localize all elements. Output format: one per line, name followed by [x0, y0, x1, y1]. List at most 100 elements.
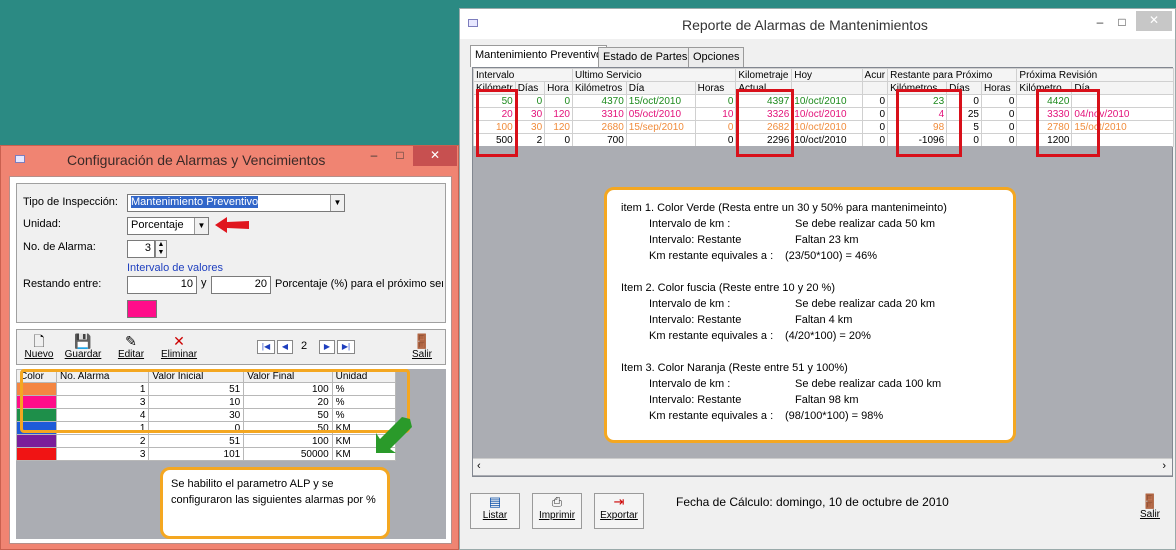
green-arrow-icon	[376, 417, 412, 453]
close-button[interactable]: ✕	[1136, 11, 1172, 31]
config-body: Tipo de Inspección: Mantenimiento Preven…	[9, 176, 452, 544]
header-empty	[861, 81, 889, 95]
chevron-down-icon[interactable]: ▼	[194, 218, 208, 234]
header-horas: Hora	[544, 81, 573, 95]
acum-cell: 0	[861, 133, 889, 147]
config-title-bar[interactable]: Configuración de Alarmas y Vencimientos …	[1, 146, 458, 174]
imprimir-button[interactable]: ⎙ Imprimir	[532, 493, 582, 529]
highlight-actual	[736, 89, 794, 157]
hoy-cell: 10/oct/2010	[791, 133, 863, 147]
color-swatch[interactable]	[127, 300, 157, 318]
editar-button[interactable]: ✎ Editar	[111, 333, 151, 360]
inicial-cell: 51	[148, 434, 245, 448]
salir-label: Salir	[411, 349, 432, 360]
item2-l3a: Km restante equivales a :	[649, 330, 774, 342]
table-row[interactable]: 2 51 100 KM	[16, 434, 397, 448]
item3-line1: Intervalo de km : Se debe realizar cada 1…	[621, 376, 999, 392]
delete-icon: ✕	[173, 333, 185, 349]
listar-button[interactable]: ▤ Listar	[470, 493, 520, 529]
eliminar-label: Eliminar	[160, 349, 198, 360]
dias-cell: 30	[514, 107, 546, 121]
inicial-cell: 101	[148, 447, 245, 461]
report-bottom-bar: ▤ Listar ⎙ Imprimir ⇥ Exportar Fecha de Cál…	[460, 479, 1175, 549]
horizontal-scrollbar[interactable]: ‹ ›	[473, 458, 1172, 475]
prev-record-button[interactable]: ◀	[277, 340, 293, 354]
minimize-button[interactable]: –	[1090, 13, 1110, 33]
exit-door-icon: 🚪	[413, 333, 431, 349]
maximize-button[interactable]: □	[1112, 13, 1132, 33]
report-title-bar[interactable]: Reporte de Alarmas de Mantenimientos – □…	[460, 9, 1175, 39]
window-icon	[15, 155, 25, 163]
item3-line3: Km restante equivales a : (98/100*100) = …	[621, 408, 999, 424]
form-panel: Tipo de Inspección: Mantenimiento Preven…	[16, 183, 446, 323]
next-record-button[interactable]: ▶	[319, 340, 335, 354]
tipo-value: Mantenimiento Preventivo	[131, 196, 259, 208]
ukm-cell: 2680	[572, 120, 627, 134]
explanation-note: item 1. Color Verde (Resta entre un 30 y…	[604, 187, 1016, 443]
item2-line2: Intervalo: Restante Faltan 4 km	[621, 312, 999, 328]
udia-cell: 15/sep/2010	[625, 120, 696, 134]
editar-label: Editar	[117, 349, 145, 360]
hoy-cell: 10/oct/2010	[791, 120, 863, 134]
item2-l2a: Intervalo: Restante	[649, 314, 742, 326]
tab-estado-partes[interactable]: Estado de Partes	[598, 47, 693, 67]
tipo-select[interactable]: Mantenimiento Preventivo ▼	[127, 194, 345, 212]
dias-cell: 0	[514, 94, 546, 108]
item2-line3: Km restante equivales a : (4/20*100) = 20…	[621, 328, 999, 344]
rhoras-cell: 0	[980, 120, 1018, 134]
item3-title: Item 3. Color Naranja (Reste entre 51 y …	[621, 362, 848, 374]
intervalo-label: Intervalo de valores	[127, 262, 223, 274]
hoy-cell: 10/oct/2010	[791, 107, 863, 121]
horas-cell: 120	[544, 107, 573, 121]
uhoras-cell: 10	[694, 107, 737, 121]
eliminar-button[interactable]: ✕ Eliminar	[157, 333, 201, 360]
item3-l2b: Faltan 98 km	[795, 394, 859, 406]
ukm-cell: 700	[572, 133, 627, 147]
item2-l2b: Faltan 4 km	[795, 314, 853, 326]
guardar-button[interactable]: 💾 Guardar	[61, 333, 105, 360]
unidad-select[interactable]: Porcentaje ▼	[127, 217, 209, 235]
report-salir-button[interactable]: 🚪 Salir	[1132, 493, 1168, 520]
item1-line1: Intervalo de km : Se debe realizar cada 5…	[621, 216, 999, 232]
tab-mantenimiento[interactable]: Mantenimiento Preventivo	[470, 45, 608, 67]
uhoras-cell: 0	[694, 120, 737, 134]
item3-l1b: Se debe realizar cada 100 km	[795, 378, 942, 390]
tab-opciones[interactable]: Opciones	[688, 47, 745, 67]
ukm-cell: 4370	[572, 94, 627, 108]
scroll-left-icon[interactable]: ‹	[477, 460, 481, 472]
udia-cell: 05/oct/2010	[625, 107, 696, 121]
listar-label: Listar	[482, 510, 508, 521]
nuevo-button[interactable]: 🗋 Nuevo	[21, 333, 57, 360]
config-title: Configuración de Alarmas y Vencimientos	[67, 152, 326, 168]
item3-line2: Intervalo: Restante Faltan 98 km	[621, 392, 999, 408]
scroll-right-icon[interactable]: ›	[1162, 460, 1166, 472]
item3-l3a: Km restante equivales a :	[649, 410, 774, 422]
restando-to-input[interactable]: 20	[211, 276, 271, 294]
exportar-label: Exportar	[600, 510, 638, 521]
table-row[interactable]: 3 101 50000 KM	[16, 447, 397, 461]
color-cell	[16, 434, 57, 448]
item2-line1: Intervalo de km : Se debe realizar cada 2…	[621, 296, 999, 312]
salir-button[interactable]: 🚪 Salir	[405, 333, 439, 360]
restando-from-input[interactable]: 10	[127, 276, 197, 294]
color-cell	[16, 447, 57, 461]
window-icon	[468, 19, 478, 27]
last-record-button[interactable]: ▶|	[337, 340, 355, 354]
exportar-button[interactable]: ⇥ Exportar	[594, 493, 644, 529]
config-window: Configuración de Alarmas y Vencimientos …	[0, 145, 459, 550]
first-record-button[interactable]: |◀	[257, 340, 275, 354]
item1-line3: Km restante equivales a : (23/50*100) = 4…	[621, 248, 999, 264]
dias-cell: 2	[514, 133, 546, 147]
stepper-arrows[interactable]: ▲ ▼	[155, 240, 167, 258]
acum-cell: 0	[861, 94, 889, 108]
minimize-button[interactable]: –	[361, 146, 387, 166]
unidad-value: Porcentaje	[131, 219, 184, 231]
highlight-box	[20, 369, 410, 433]
close-button[interactable]: ✕	[413, 146, 457, 166]
exit-door-icon: 🚪	[1141, 493, 1159, 509]
maximize-button[interactable]: □	[387, 146, 413, 166]
header-horas3: Horas	[980, 81, 1018, 95]
save-icon: 💾	[74, 333, 92, 349]
chevron-down-icon[interactable]: ▼	[330, 195, 344, 211]
alarma-stepper[interactable]: 3	[127, 240, 155, 258]
